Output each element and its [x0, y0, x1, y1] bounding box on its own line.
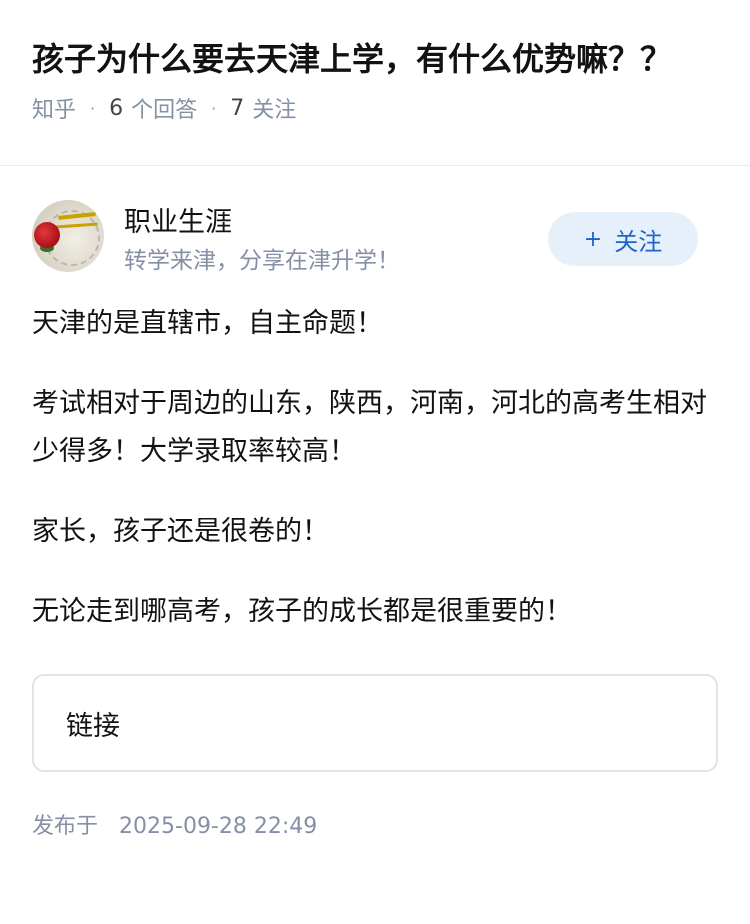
- answer-paragraph: 考试相对于周边的山东，陕西，河南，河北的高考生相对少得多！大学录取率较高！: [32, 388, 707, 467]
- avatar[interactable]: [32, 200, 104, 272]
- follow-button-label: 关注: [614, 227, 663, 256]
- published-label: 发布于: [32, 814, 99, 839]
- meta-separator: ·: [211, 98, 217, 118]
- question-header: 孩子为什么要去天津上学，有什么优势嘛？？ 知乎 · 6 个回答 · 7 关注: [0, 0, 750, 166]
- question-title[interactable]: 孩子为什么要去天津上学，有什么优势嘛？？: [32, 34, 672, 84]
- follower-count: 7: [230, 95, 245, 121]
- answer-count: 6: [109, 95, 124, 121]
- follow-button[interactable]: + 关注: [548, 212, 698, 266]
- author-bio: 转学来津，分享在津升学！: [124, 248, 400, 274]
- published-time: 2025-09-28 22:49: [119, 814, 318, 839]
- answer-content: 天津的是直辖市，自主命题！ 考试相对于周边的山东，陕西，河南，河北的高考生相对少…: [0, 300, 750, 636]
- publish-info: 发布于 2025-09-28 22:49: [0, 772, 750, 840]
- author-name[interactable]: 职业生涯: [124, 200, 232, 239]
- rose-icon: [34, 222, 60, 248]
- source-label[interactable]: 知乎: [32, 92, 76, 124]
- meta-separator: ·: [90, 98, 96, 118]
- follower-count-label[interactable]: 关注: [252, 92, 296, 124]
- answer-paragraph: 无论走到哪高考，孩子的成长都是很重要的！: [32, 596, 572, 627]
- link-card-label: 链接: [66, 710, 120, 742]
- answer-paragraph: 天津的是直辖市，自主命题！: [32, 308, 383, 339]
- plus-icon: +: [583, 226, 603, 252]
- author-row: 职业生涯 转学来津，分享在津升学！ + 关注: [0, 166, 750, 284]
- question-meta: 知乎 · 6 个回答 · 7 关注: [32, 92, 718, 124]
- answer-paragraph: 家长，孩子还是很卷的！: [32, 516, 329, 547]
- answer-count-label[interactable]: 个回答: [131, 92, 197, 124]
- link-card[interactable]: 链接: [32, 674, 718, 772]
